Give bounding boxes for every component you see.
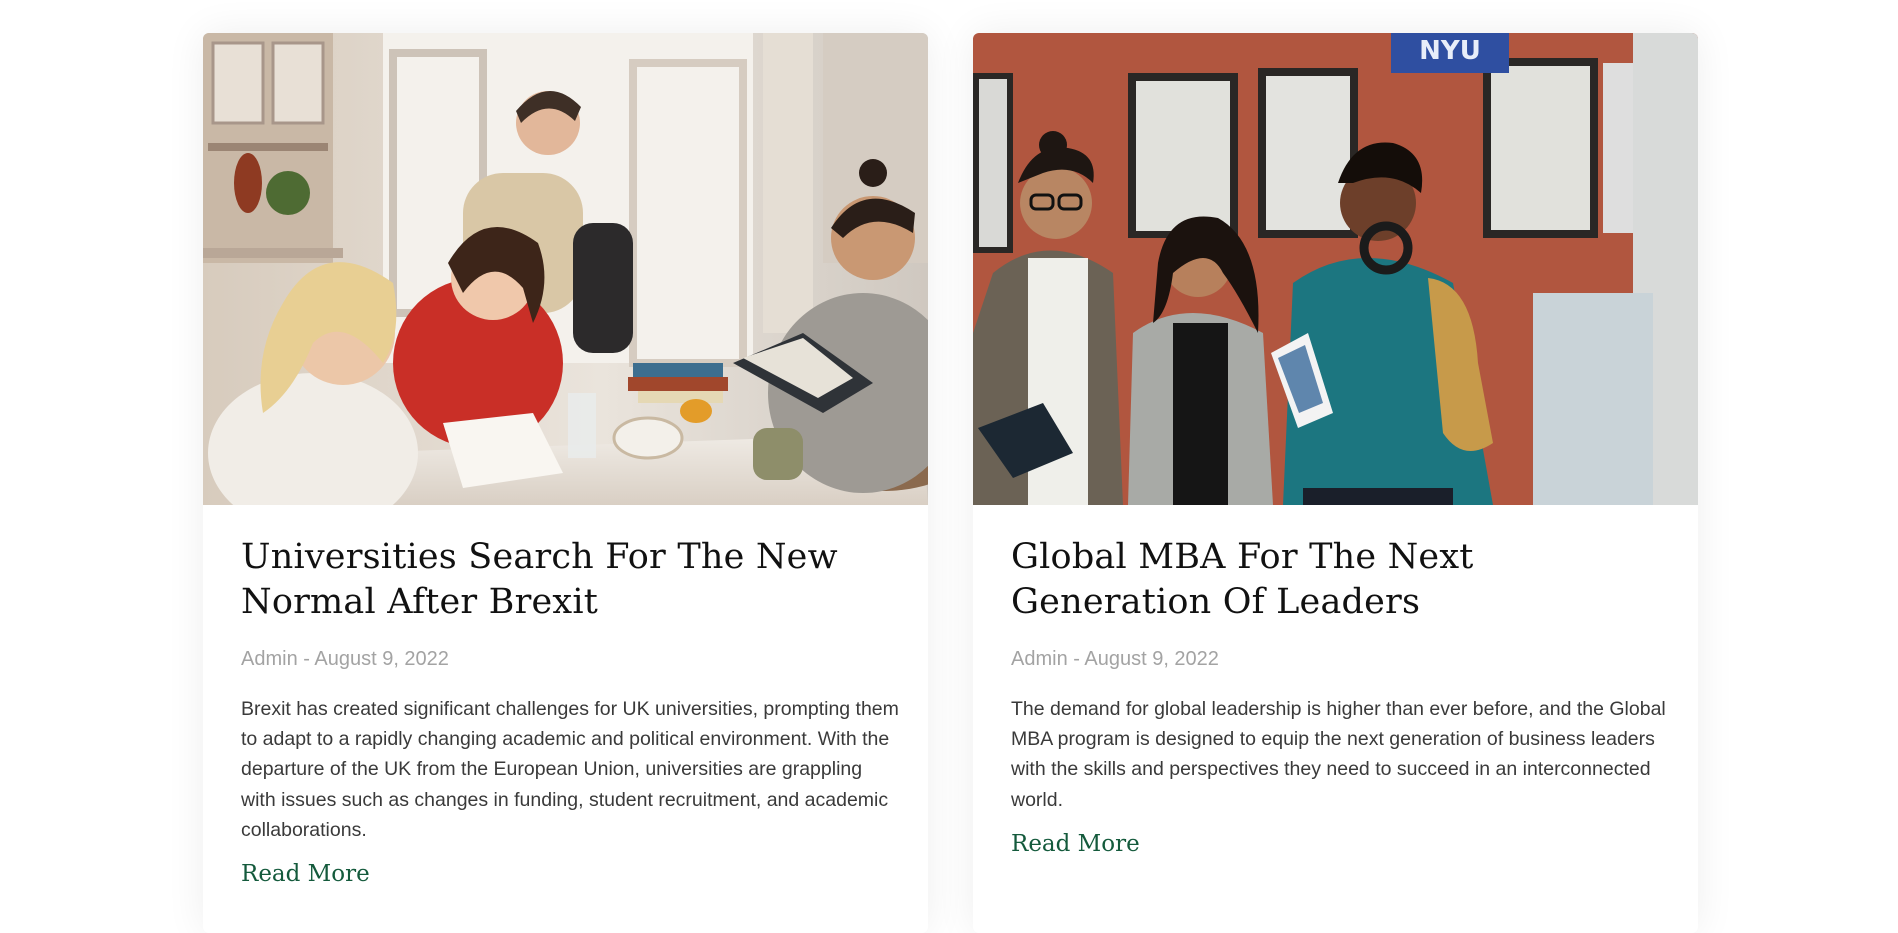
meta-separator: - [297, 648, 315, 670]
blog-post-card: Universities Search For The New Normal A… [203, 33, 928, 933]
students-walking-image: NYU [973, 33, 1698, 505]
nyu-banner-text: NYU [1419, 36, 1481, 66]
meta-separator: - [1067, 648, 1085, 670]
post-excerpt: The demand for global leadership is high… [1011, 698, 1666, 811]
post-thumbnail-students-studying[interactable] [203, 33, 928, 505]
post-body: Global MBA For The Next Generation Of Le… [1011, 535, 1671, 860]
post-author[interactable]: Admin [1011, 648, 1068, 670]
post-title[interactable]: Universities Search For The New Normal A… [241, 535, 901, 625]
post-date[interactable]: August 9, 2022 [1084, 648, 1219, 670]
blog-post-grid: Universities Search For The New Normal A… [0, 0, 1898, 933]
post-excerpt: Brexit has created significant challenge… [241, 698, 899, 841]
post-body: Universities Search For The New Normal A… [241, 535, 901, 890]
students-studying-image [203, 33, 928, 505]
post-date[interactable]: August 9, 2022 [314, 648, 449, 670]
blog-post-card: NYU Global MBA For The Next Generation O… [973, 33, 1698, 933]
post-thumbnail-students-walking[interactable]: NYU [973, 33, 1698, 505]
post-meta: Admin - August 9, 2022 [1011, 646, 1671, 672]
post-title[interactable]: Global MBA For The Next Generation Of Le… [1011, 535, 1671, 625]
post-author[interactable]: Admin [241, 648, 298, 670]
read-more-link[interactable]: Read More [241, 858, 370, 890]
post-meta: Admin - August 9, 2022 [241, 646, 901, 672]
read-more-link[interactable]: Read More [1011, 828, 1140, 860]
